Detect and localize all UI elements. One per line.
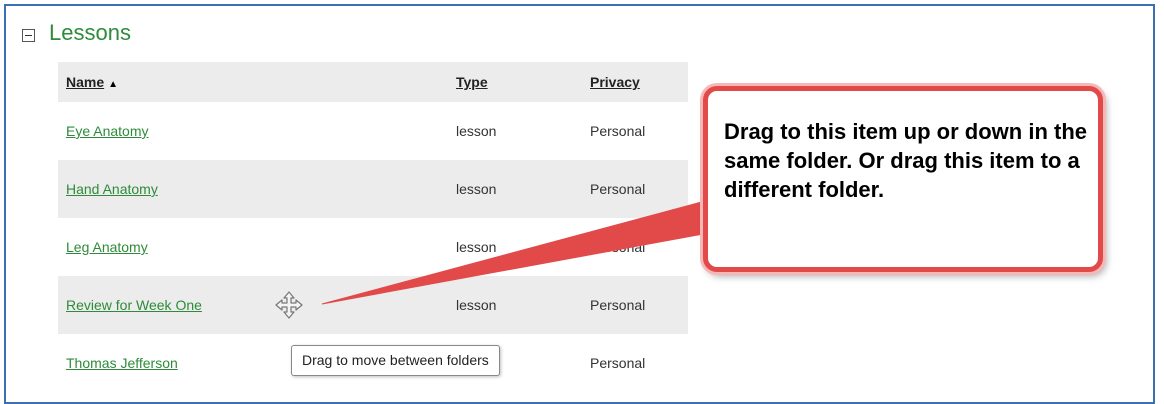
table-row[interactable]: Leg Anatomy lesson Personal	[58, 218, 688, 276]
column-header-privacy[interactable]: Privacy	[590, 74, 640, 90]
move-arrows-icon[interactable]	[274, 290, 304, 320]
lesson-privacy: Personal	[590, 123, 646, 139]
section-header: Lessons	[22, 20, 131, 46]
lesson-link[interactable]: Eye Anatomy	[66, 123, 149, 139]
collapse-minus-icon[interactable]	[22, 28, 35, 42]
lesson-link[interactable]: Review for Week One	[66, 297, 202, 313]
lessons-table: Name ▲ Type Privacy Eye Anatomy lesson Pe…	[58, 62, 688, 392]
drag-tooltip: Drag to move between folders	[291, 345, 500, 376]
lesson-privacy: Personal	[590, 181, 646, 197]
column-header-type[interactable]: Type	[456, 74, 488, 90]
table-row[interactable]: Hand Anatomy lesson Personal	[58, 160, 688, 218]
lesson-type: lesson	[456, 297, 497, 313]
section-title: Lessons	[49, 20, 131, 45]
lesson-link[interactable]: Hand Anatomy	[66, 181, 158, 197]
callout-box: Drag to this item up or down in the same…	[703, 86, 1103, 272]
column-header-name[interactable]: Name ▲	[66, 74, 118, 90]
lesson-type: lesson	[456, 123, 497, 139]
lesson-link[interactable]: Thomas Jefferson	[66, 355, 178, 371]
lesson-link[interactable]: Leg Anatomy	[66, 239, 148, 255]
lesson-privacy: Personal	[590, 355, 646, 371]
lesson-type: lesson	[456, 181, 497, 197]
lesson-privacy: Personal	[590, 297, 646, 313]
table-row[interactable]: Review for Week One lesson Personal	[58, 276, 688, 334]
table-row[interactable]: Eye Anatomy lesson Personal	[58, 102, 688, 160]
table-header-row: Name ▲ Type Privacy	[58, 62, 688, 102]
callout-text: Drag to this item up or down in the same…	[724, 119, 1087, 202]
sort-ascending-icon: ▲	[108, 79, 119, 90]
lesson-type: lesson	[456, 239, 497, 255]
lesson-privacy: Personal	[590, 239, 646, 255]
column-header-name-label[interactable]: Name	[66, 74, 104, 90]
